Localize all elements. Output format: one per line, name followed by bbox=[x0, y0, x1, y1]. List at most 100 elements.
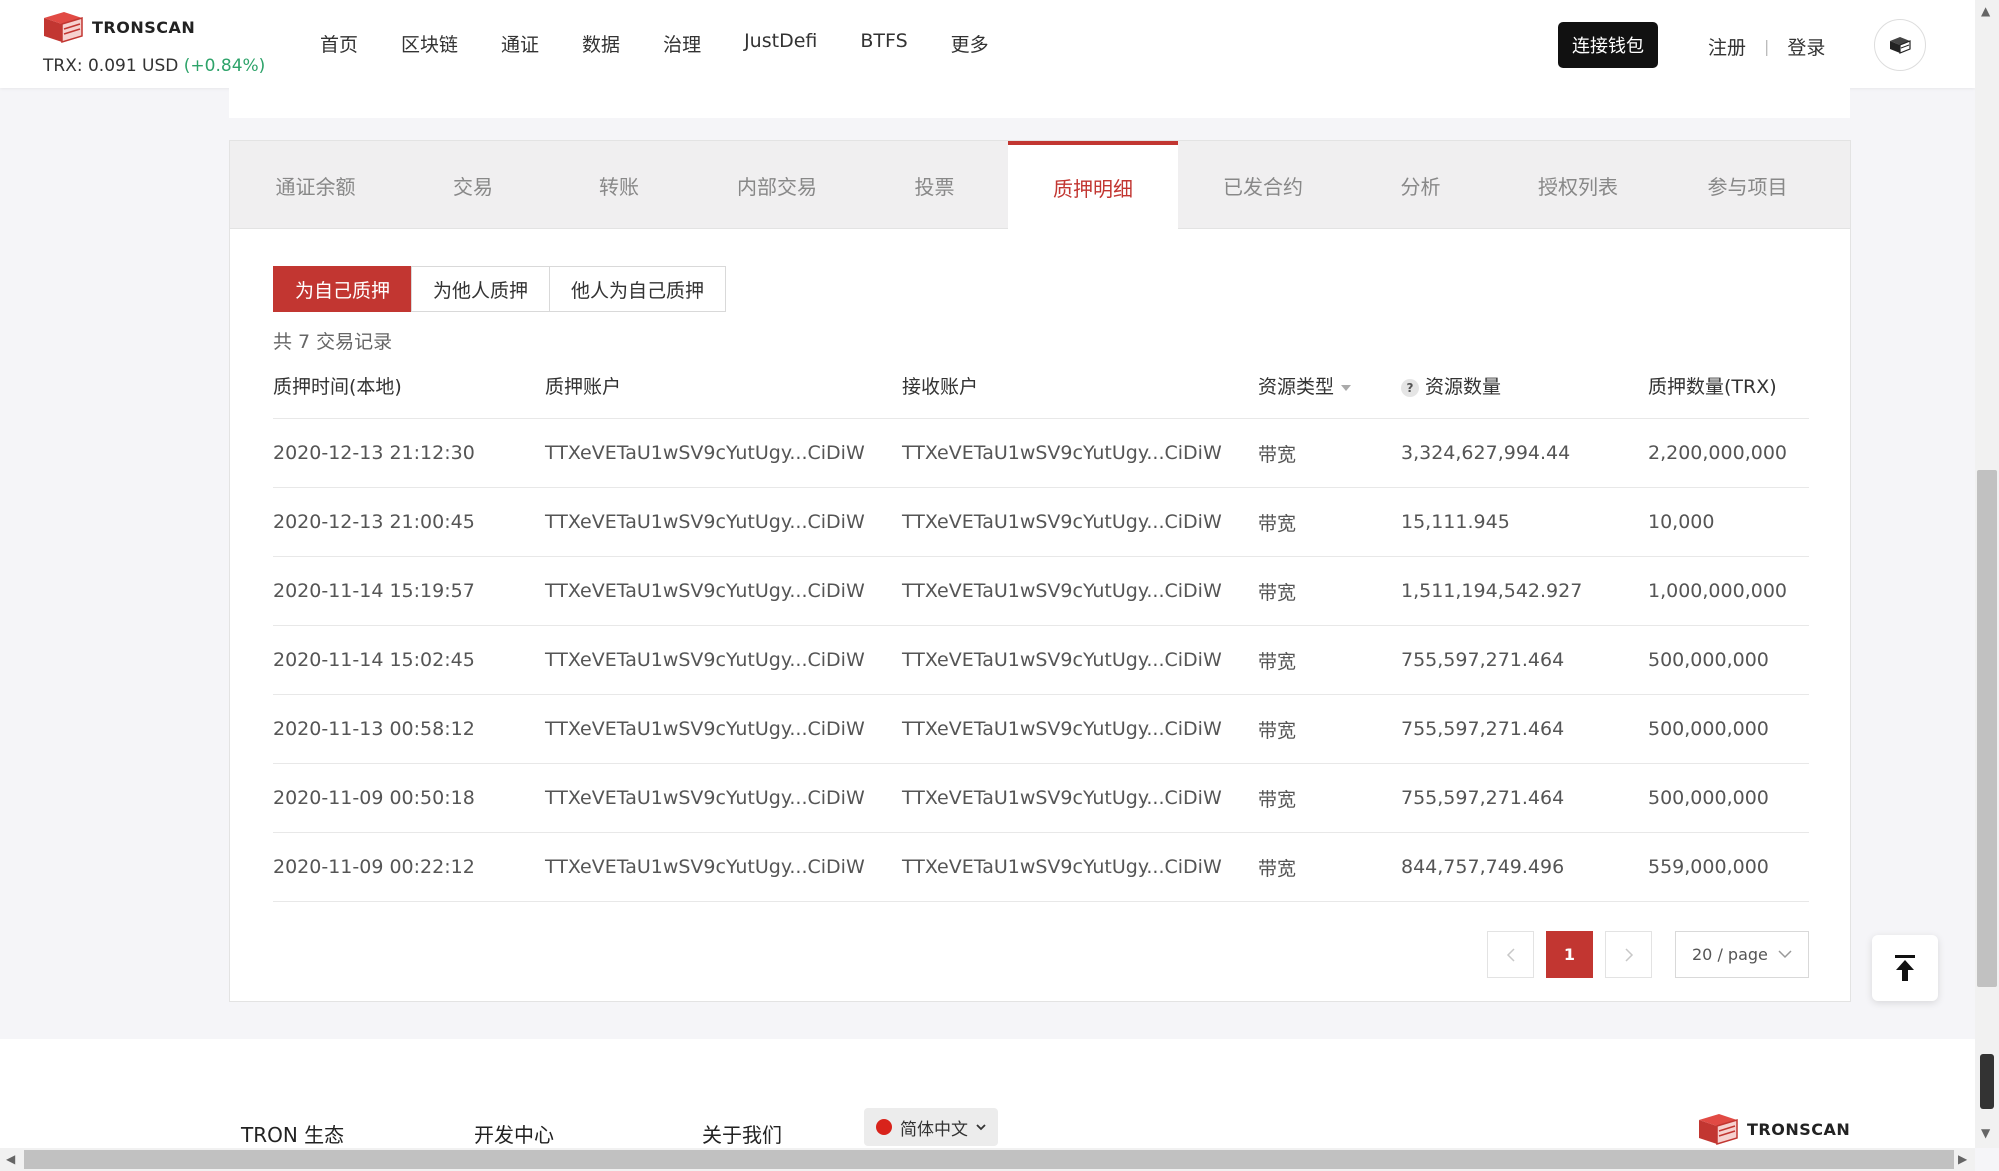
scroll-down-arrow-icon[interactable]: ▼ bbox=[1981, 1126, 1990, 1140]
stake-table: 质押时间(本地) 质押账户 接收账户 资源类型 ? 资源数量 质押数量(TRX) … bbox=[273, 353, 1809, 902]
table-row: 2020-11-14 15:19:57 TTXeVETaU1wSV9cYutUgy… bbox=[273, 557, 1809, 626]
sub-tab-others-stake-for-self[interactable]: 他人为自己质押 bbox=[549, 266, 727, 312]
cell-stake-time: 2020-11-09 00:50:18 bbox=[273, 787, 475, 809]
register-link[interactable]: 注册 bbox=[1708, 33, 1746, 60]
profile-button[interactable] bbox=[1874, 19, 1926, 71]
tronscan-logo-icon bbox=[1699, 1114, 1738, 1146]
cell-resource-amount: 1,511,194,542.927 bbox=[1401, 580, 1583, 602]
cell-resource-type: 带宽 bbox=[1258, 650, 1297, 673]
cell-receive-account[interactable]: TTXeVETaU1wSV9cYutUgy...CiDiW bbox=[902, 580, 1258, 602]
footer-link-about-us[interactable]: 关于我们 bbox=[702, 1119, 782, 1148]
nav-more[interactable]: 更多 bbox=[951, 30, 989, 57]
cell-receive-account[interactable]: TTXeVETaU1wSV9cYutUgy...CiDiW bbox=[902, 718, 1258, 740]
previous-card-bottom bbox=[229, 88, 1850, 118]
cell-stake-time: 2020-12-13 21:00:45 bbox=[273, 511, 475, 533]
col-stake-time: 质押时间(本地) bbox=[273, 376, 402, 398]
tab-transactions[interactable]: 交易 bbox=[401, 141, 545, 229]
cell-receive-account[interactable]: TTXeVETaU1wSV9cYutUgy...CiDiW bbox=[902, 442, 1258, 464]
cell-stake-amount: 559,000,000 bbox=[1648, 856, 1769, 878]
vertical-scroll-thumb[interactable] bbox=[1977, 470, 1997, 987]
scroll-right-arrow-icon[interactable]: ▶ bbox=[1958, 1152, 1967, 1166]
col-resource-type-label: 资源类型 bbox=[1258, 376, 1335, 398]
footer-link-dev-center[interactable]: 开发中心 bbox=[474, 1119, 554, 1148]
cell-stake-account[interactable]: TTXeVETaU1wSV9cYutUgy...CiDiW bbox=[545, 442, 902, 464]
tab-analysis[interactable]: 分析 bbox=[1348, 141, 1493, 229]
cell-receive-account[interactable]: TTXeVETaU1wSV9cYutUgy...CiDiW bbox=[902, 649, 1258, 671]
nav-btfs[interactable]: BTFS bbox=[860, 30, 907, 57]
filter-caret-icon[interactable] bbox=[1341, 384, 1352, 391]
table-body: 2020-12-13 21:12:30 TTXeVETaU1wSV9cYutUgy… bbox=[273, 419, 1809, 902]
cell-stake-amount: 500,000,000 bbox=[1648, 718, 1769, 740]
help-question-icon[interactable]: ? bbox=[1401, 378, 1419, 397]
page-size-select[interactable]: 20 / page bbox=[1675, 931, 1809, 978]
cell-resource-type: 带宽 bbox=[1258, 581, 1297, 604]
nav-tokens[interactable]: 通证 bbox=[501, 30, 539, 57]
table-header: 质押时间(本地) 质押账户 接收账户 资源类型 ? 资源数量 质押数量(TRX) bbox=[273, 353, 1809, 419]
tab-participated-projects[interactable]: 参与项目 bbox=[1663, 141, 1832, 229]
cell-stake-account[interactable]: TTXeVETaU1wSV9cYutUgy...CiDiW bbox=[545, 649, 902, 671]
cell-resource-type: 带宽 bbox=[1258, 512, 1297, 535]
cell-receive-account[interactable]: TTXeVETaU1wSV9cYutUgy...CiDiW bbox=[902, 787, 1258, 809]
connect-wallet-button[interactable]: 连接钱包 bbox=[1558, 22, 1658, 68]
next-page-button[interactable] bbox=[1605, 931, 1652, 978]
page-size-value: 20 / page bbox=[1692, 945, 1768, 964]
cell-resource-amount: 755,597,271.464 bbox=[1401, 718, 1565, 740]
tab-approval-list[interactable]: 授权列表 bbox=[1493, 141, 1663, 229]
nav-home[interactable]: 首页 bbox=[320, 30, 358, 57]
col-resource-type[interactable]: 资源类型 bbox=[1258, 372, 1401, 399]
tab-token-balance[interactable]: 通证余额 bbox=[230, 141, 401, 229]
back-to-top-button[interactable] bbox=[1872, 935, 1938, 1001]
tab-votes[interactable]: 投票 bbox=[861, 141, 1008, 229]
cell-resource-amount: 755,597,271.464 bbox=[1401, 649, 1565, 671]
nav-governance[interactable]: 治理 bbox=[663, 30, 701, 57]
tab-transfers[interactable]: 转账 bbox=[545, 141, 693, 229]
cell-stake-account[interactable]: TTXeVETaU1wSV9cYutUgy...CiDiW bbox=[545, 718, 902, 740]
nav-data[interactable]: 数据 bbox=[582, 30, 620, 57]
account-tabs: 通证余额 交易 转账 内部交易 投票 质押明细 已发合约 分析 授权列表 参与项… bbox=[230, 141, 1850, 230]
auth-links: 注册 | 登录 bbox=[1708, 33, 1825, 60]
cell-resource-type: 带宽 bbox=[1258, 788, 1297, 811]
wallet-book-icon bbox=[1890, 37, 1911, 54]
cell-stake-amount: 1,000,000,000 bbox=[1648, 580, 1788, 602]
auth-separator: | bbox=[1764, 37, 1770, 56]
nav-justdefi[interactable]: JustDefi bbox=[744, 30, 817, 57]
cell-stake-account[interactable]: TTXeVETaU1wSV9cYutUgy...CiDiW bbox=[545, 580, 902, 602]
scroll-left-arrow-icon[interactable]: ◀ bbox=[6, 1152, 15, 1166]
record-count: 共 7 交易记录 bbox=[273, 331, 393, 353]
cell-stake-time: 2020-12-13 21:12:30 bbox=[273, 442, 475, 464]
sub-tab-stake-for-others[interactable]: 为他人质押 bbox=[411, 266, 551, 312]
sub-tab-stake-for-self[interactable]: 为自己质押 bbox=[273, 266, 413, 312]
scroll-indicator-widget[interactable] bbox=[1980, 1054, 1994, 1109]
cell-resource-type: 带宽 bbox=[1258, 443, 1297, 466]
nav-blockchain[interactable]: 区块链 bbox=[401, 30, 458, 57]
login-link[interactable]: 登录 bbox=[1787, 33, 1825, 60]
chevron-down-icon bbox=[1778, 950, 1792, 959]
cell-receive-account[interactable]: TTXeVETaU1wSV9cYutUgy...CiDiW bbox=[902, 511, 1258, 533]
trx-price-value: TRX: 0.091 USD bbox=[43, 56, 179, 76]
page-number-current[interactable]: 1 bbox=[1546, 931, 1593, 978]
footer-link-tron-ecosystem[interactable]: TRON 生态 bbox=[241, 1119, 344, 1148]
cell-stake-time: 2020-11-09 00:22:12 bbox=[273, 856, 475, 878]
language-selector[interactable]: 简体中文 bbox=[864, 1108, 998, 1146]
tronscan-logo[interactable]: TRONSCAN bbox=[42, 10, 195, 44]
scroll-up-arrow-icon[interactable]: ▲ bbox=[1981, 4, 1990, 18]
cell-stake-amount: 500,000,000 bbox=[1648, 649, 1769, 671]
tab-internal-transactions[interactable]: 内部交易 bbox=[693, 141, 861, 229]
footer-logo[interactable]: TRONSCAN bbox=[1697, 1112, 1850, 1146]
tab-stake-details[interactable]: 质押明细 bbox=[1008, 141, 1178, 230]
cell-stake-account[interactable]: TTXeVETaU1wSV9cYutUgy...CiDiW bbox=[545, 787, 902, 809]
table-row: 2020-11-13 00:58:12 TTXeVETaU1wSV9cYutUgy… bbox=[273, 695, 1809, 764]
brand-name: TRONSCAN bbox=[92, 17, 196, 37]
prev-page-button[interactable] bbox=[1487, 931, 1534, 978]
tab-issued-contracts[interactable]: 已发合约 bbox=[1178, 141, 1348, 229]
pagination: 1 20 / page bbox=[1487, 931, 1809, 978]
cell-stake-account[interactable]: TTXeVETaU1wSV9cYutUgy...CiDiW bbox=[545, 511, 902, 533]
chevron-down-icon bbox=[976, 1123, 986, 1130]
table-row: 2020-11-09 00:22:12 TTXeVETaU1wSV9cYutUgy… bbox=[273, 833, 1809, 902]
cell-stake-account[interactable]: TTXeVETaU1wSV9cYutUgy...CiDiW bbox=[545, 856, 902, 878]
table-row: 2020-12-13 21:12:30 TTXeVETaU1wSV9cYutUgy… bbox=[273, 419, 1809, 488]
cell-receive-account[interactable]: TTXeVETaU1wSV9cYutUgy...CiDiW bbox=[902, 856, 1258, 878]
table-row: 2020-12-13 21:00:45 TTXeVETaU1wSV9cYutUgy… bbox=[273, 488, 1809, 557]
cell-resource-type: 带宽 bbox=[1258, 857, 1297, 880]
horizontal-scroll-thumb[interactable] bbox=[24, 1150, 1954, 1169]
